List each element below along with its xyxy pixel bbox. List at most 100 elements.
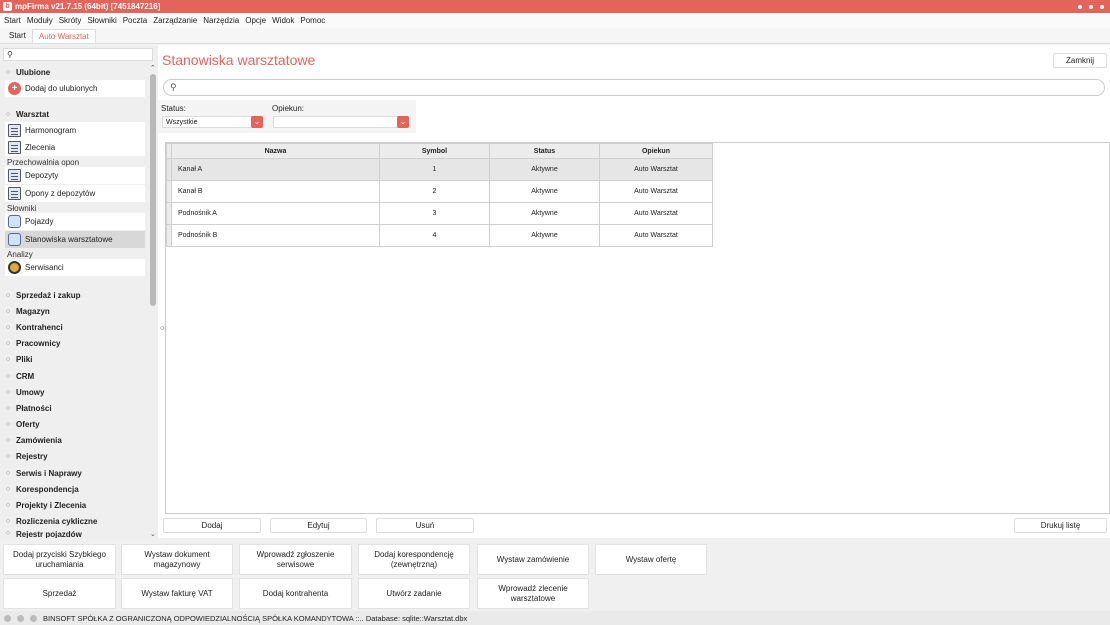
menu-management[interactable]: Zarządzanie xyxy=(153,16,197,25)
section-crm[interactable]: ○ CRM xyxy=(3,369,148,383)
cell-symbol[interactable]: 2 xyxy=(379,180,490,203)
menu-options[interactable]: Opcje xyxy=(245,16,266,25)
issue-warehouse-document-button[interactable]: Wystaw dokument magazynowy xyxy=(121,544,233,575)
sidebar-item-vehicles[interactable]: Pojazdy xyxy=(5,213,145,230)
issue-offer-button[interactable]: Wystaw ofertę xyxy=(595,544,707,575)
column-header-owner[interactable]: Opiekun xyxy=(599,143,713,159)
sales-button[interactable]: Sprzedaż xyxy=(3,578,116,609)
section-payments[interactable]: ○ Płatności xyxy=(3,401,148,415)
menu-dictionaries[interactable]: Słowniki xyxy=(87,16,116,25)
column-header-status[interactable]: Status xyxy=(489,143,600,159)
scrollbar-thumb[interactable] xyxy=(150,74,156,306)
section-correspondence[interactable]: ○ Korespondencja xyxy=(3,482,148,496)
sidebar-item-schedule[interactable]: Harmonogram xyxy=(5,122,145,139)
sidebar-item-workstations[interactable]: Stanowiska warsztatowe xyxy=(5,231,145,248)
section-offers[interactable]: ○ Oferty xyxy=(3,417,148,431)
issue-vat-invoice-button[interactable]: Wystaw fakturę VAT xyxy=(121,578,233,609)
print-list-button[interactable]: Drukuj listę xyxy=(1014,518,1107,533)
section-files[interactable]: ○ Pliki xyxy=(3,352,148,366)
sidebar-search-input[interactable]: ⚲ xyxy=(3,48,153,61)
cell-name[interactable]: Kanał B xyxy=(171,180,380,203)
close-window-button[interactable] xyxy=(1100,4,1104,9)
cell-status[interactable]: Aktywne xyxy=(489,224,600,247)
section-service[interactable]: ○ Serwis i Naprawy xyxy=(3,466,148,480)
column-header-symbol[interactable]: Symbol xyxy=(379,143,490,159)
chevron-icon: ○ xyxy=(5,485,11,493)
menu-view[interactable]: Widok xyxy=(272,16,294,25)
issue-order-button[interactable]: Wystaw zamówienie xyxy=(477,544,589,575)
sidebar-item-deposits[interactable]: Depozyty xyxy=(5,167,145,184)
section-workshop[interactable]: ○ Warsztat xyxy=(3,107,148,121)
cell-name[interactable]: Podnośnik A xyxy=(171,202,380,225)
cell-name[interactable]: Podnośnik B xyxy=(171,224,380,247)
tab-auto-warsztat[interactable]: Auto Warsztat xyxy=(31,29,96,43)
scroll-down-icon[interactable]: ⌄ xyxy=(150,530,156,538)
section-orders[interactable]: ○ Zamówienia xyxy=(3,433,148,447)
cell-owner[interactable]: Auto Warsztat xyxy=(599,180,713,203)
create-task-button[interactable]: Utwórz zadanie xyxy=(358,578,470,609)
chevron-icon: ○ xyxy=(5,530,11,537)
section-contracts[interactable]: ○ Umowy xyxy=(3,385,148,399)
item-label: Depozyty xyxy=(25,171,59,180)
owner-filter-select[interactable]: ⌄ xyxy=(273,116,409,128)
enter-workshop-order-button[interactable]: Wprowadź zlecenie warsztatowe xyxy=(477,578,589,609)
add-quick-launch-button[interactable]: Dodaj przyciski Szybkiego uruchamiania xyxy=(3,544,116,575)
table-row[interactable]: Podnośnik B 4 Aktywne Auto Warsztat xyxy=(166,224,713,247)
cell-owner[interactable]: Auto Warsztat xyxy=(599,224,713,247)
menu-modules[interactable]: Moduły xyxy=(27,16,53,25)
edit-button[interactable]: Edytuj xyxy=(270,518,367,533)
cell-symbol[interactable]: 1 xyxy=(379,158,490,181)
cell-status[interactable]: Aktywne xyxy=(489,180,600,203)
cell-status[interactable]: Aktywne xyxy=(489,158,600,181)
cell-status[interactable]: Aktywne xyxy=(489,202,600,225)
tire-icon xyxy=(8,187,21,200)
section-sales[interactable]: ○ Sprzedaż i zakup xyxy=(3,288,148,302)
add-contractor-button[interactable]: Dodaj kontrahenta xyxy=(239,578,352,609)
section-employees[interactable]: ○ Pracownicy xyxy=(3,336,148,350)
minimize-button[interactable] xyxy=(1078,4,1082,9)
section-favorites[interactable]: ○ Ulubione xyxy=(3,65,148,79)
add-to-favorites-button[interactable]: + Dodaj do ulubionych xyxy=(5,80,145,97)
section-warehouse[interactable]: ○ Magazyn xyxy=(3,304,148,318)
search-icon: ⚲ xyxy=(170,82,177,92)
chevron-down-icon[interactable]: ⌄ xyxy=(251,116,263,128)
sidebar-scrollbar[interactable]: ⌃ ⌄ xyxy=(149,64,157,538)
status-filter-select[interactable]: Wszystkie ⌄ xyxy=(162,116,263,128)
section-vehicle-register[interactable]: ○ Rejestr pojazdów xyxy=(3,530,148,538)
sidebar-item-tires-from-deposits[interactable]: Opony z depozytów xyxy=(5,185,145,202)
scroll-up-icon[interactable]: ⌃ xyxy=(150,64,156,72)
section-projects[interactable]: ○ Projekty i Zlecenia xyxy=(3,498,148,512)
section-billing[interactable]: ○ Rozliczenia cykliczne xyxy=(3,514,148,528)
group-label-dictionaries: Słowniki xyxy=(7,204,37,213)
section-registers[interactable]: ○ Rejestry xyxy=(3,449,148,463)
table-row[interactable]: Kanał A 1 Aktywne Auto Warsztat xyxy=(166,158,713,181)
close-button[interactable]: Zamknij xyxy=(1053,53,1107,68)
section-contractors[interactable]: ○ Kontrahenci xyxy=(3,320,148,334)
cell-symbol[interactable]: 3 xyxy=(379,202,490,225)
table-row[interactable]: Podnośnik A 3 Aktywne Auto Warsztat xyxy=(166,202,713,225)
column-header-name[interactable]: Nazwa xyxy=(171,143,380,159)
enter-service-request-button[interactable]: Wprowadź zgłoszenie serwisowe xyxy=(239,544,352,575)
menu-mail[interactable]: Poczta xyxy=(123,16,147,25)
delete-button[interactable]: Usuń xyxy=(376,518,474,533)
table-row[interactable]: Kanał B 2 Aktywne Auto Warsztat xyxy=(166,180,713,203)
menu-tools[interactable]: Narzędzia xyxy=(203,16,239,25)
cell-symbol[interactable]: 4 xyxy=(379,224,490,247)
menu-help[interactable]: Pomoc xyxy=(300,16,325,25)
sidebar-item-servicemen[interactable]: Serwisanci xyxy=(5,259,145,276)
menu-start[interactable]: Start xyxy=(4,16,21,25)
group-label-analysis: Analizy xyxy=(7,250,33,259)
tab-start[interactable]: Start xyxy=(3,29,32,43)
cell-name[interactable]: Kanał A xyxy=(171,158,380,181)
panel-collapse-handle[interactable]: ○ xyxy=(160,325,164,332)
chevron-down-icon[interactable]: ⌄ xyxy=(397,116,409,128)
section-label: CRM xyxy=(16,371,35,381)
cell-owner[interactable]: Auto Warsztat xyxy=(599,158,713,181)
cell-owner[interactable]: Auto Warsztat xyxy=(599,202,713,225)
maximize-button[interactable] xyxy=(1089,4,1093,9)
search-input[interactable]: ⚲ xyxy=(163,79,1105,96)
sidebar-item-orders[interactable]: Zlecenia xyxy=(5,139,145,156)
add-correspondence-button[interactable]: Dodaj korespondencję (zewnętrzną) xyxy=(358,544,470,575)
menu-shortcuts[interactable]: Skróty xyxy=(59,16,82,25)
add-button[interactable]: Dodaj xyxy=(163,518,261,533)
